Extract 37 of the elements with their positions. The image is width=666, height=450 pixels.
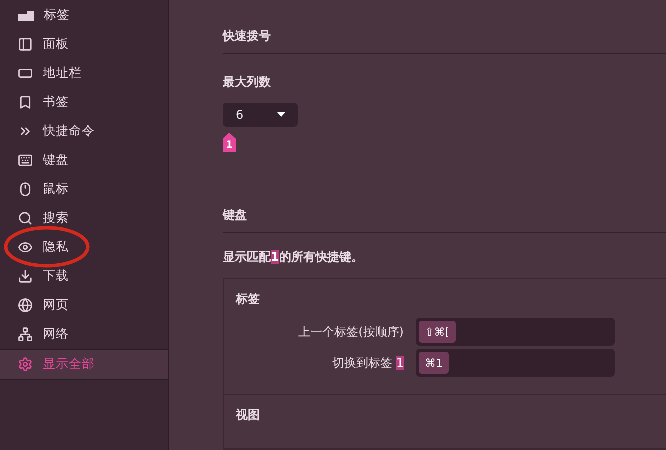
sidebar-item[interactable]: 下载 (0, 262, 168, 291)
group-title: 视图 (236, 407, 261, 424)
caret-icon (277, 112, 286, 118)
tabs-icon (18, 10, 34, 20)
bookmark-icon (18, 95, 33, 110)
sidebar-item[interactable]: 面板 (0, 30, 168, 59)
settings-icon (18, 357, 33, 372)
setting-label: 最大列数 (223, 74, 272, 91)
sidebar-item[interactable]: 书签 (0, 88, 168, 117)
search-icon (18, 211, 33, 226)
column-select[interactable]: 6 (223, 103, 298, 127)
download-icon (18, 269, 33, 284)
network-icon (18, 327, 33, 342)
address-bar-icon (18, 66, 33, 81)
section-title: 键盘 (223, 207, 666, 233)
keyboard-icon (18, 153, 33, 168)
sidebar-item[interactable]: 快捷命令 (0, 117, 168, 146)
sidebar-item[interactable]: 键盘 (0, 146, 168, 175)
section-title: 快速拨号 (223, 28, 666, 54)
match-tag: 1 (223, 132, 236, 152)
sidebar-item[interactable]: 鼠标 (0, 175, 168, 204)
mouse-icon (18, 182, 33, 197)
sidebar-item[interactable]: 搜索 (0, 204, 168, 233)
group-title: 标签 (236, 291, 261, 308)
eye-icon (18, 240, 33, 255)
sidebar-item[interactable]: 网页 (0, 291, 168, 320)
sidebar-item[interactable]: 网络 (0, 320, 168, 349)
sidebar-item[interactable]: 标签 (0, 1, 168, 30)
shortcut-label: 上一个标签(按顺序) (298, 324, 404, 340)
sidebar-item[interactable]: 隐私 (0, 233, 168, 262)
shortcut-label: 切换到标签 1 (332, 354, 404, 372)
shortcut-field[interactable]: ⇧⌘[ (416, 318, 615, 346)
match-summary: 显示匹配1的所有快捷键。 (223, 249, 364, 266)
panel-icon (18, 37, 33, 52)
globe-icon (18, 298, 33, 313)
sidebar-item[interactable]: 地址栏 (0, 59, 168, 88)
shortcut-field[interactable]: ⌘1 (416, 349, 615, 377)
